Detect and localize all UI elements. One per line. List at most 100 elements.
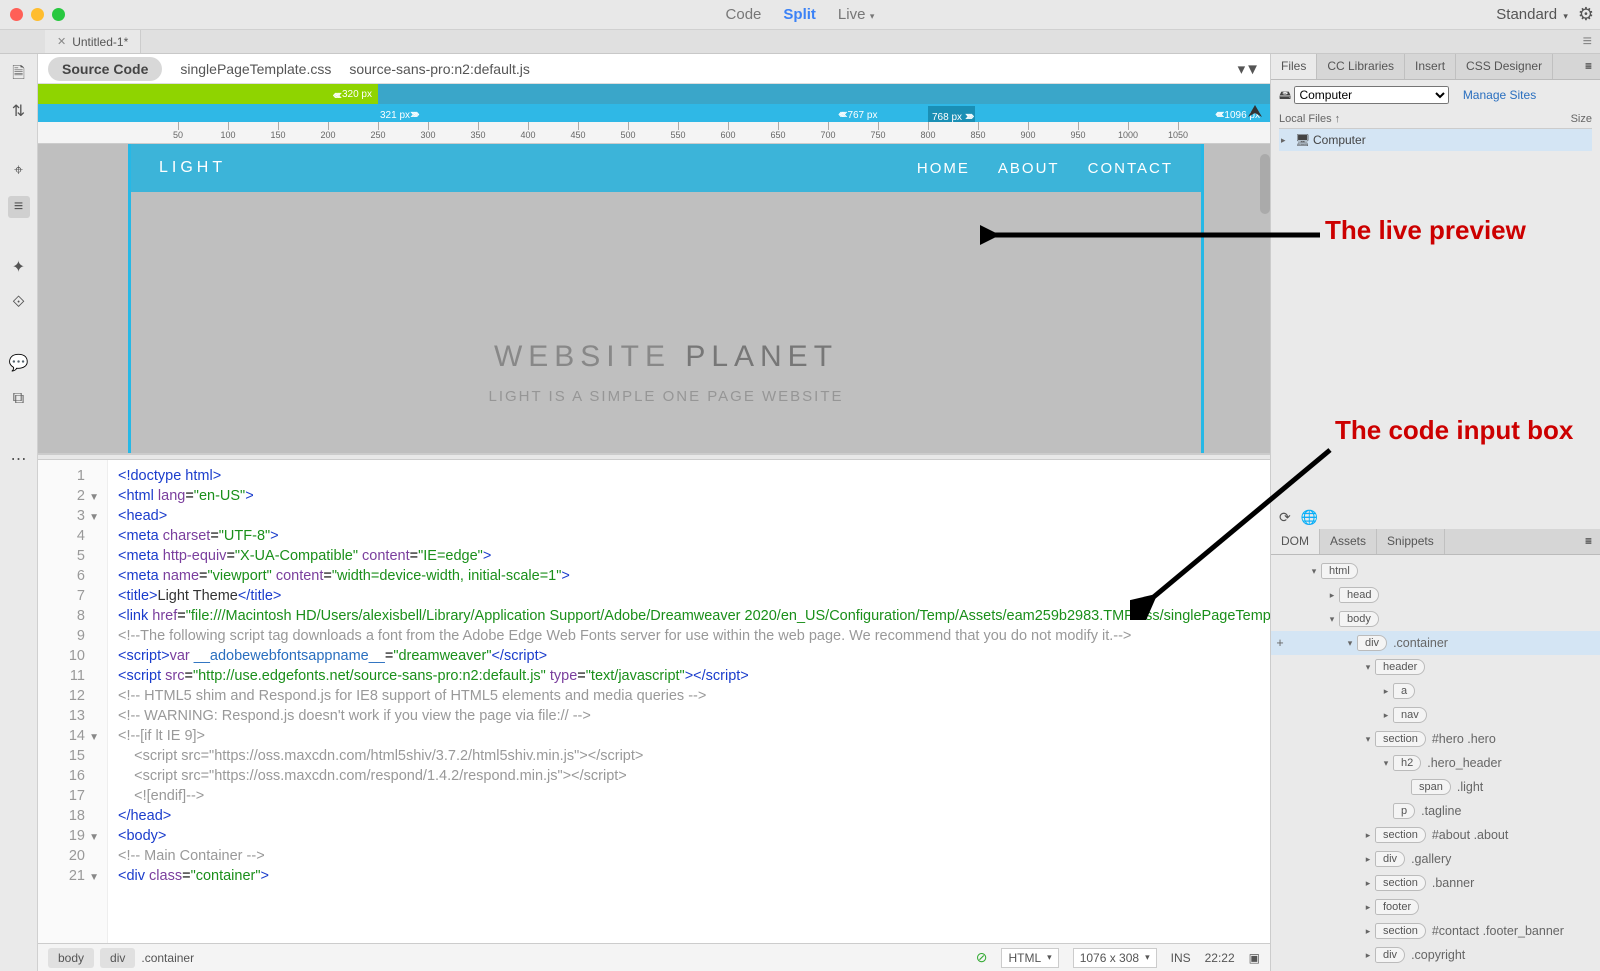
- dom-node[interactable]: span.light: [1271, 775, 1600, 799]
- nav-about[interactable]: ABOUT: [998, 160, 1060, 177]
- bp-label: 321 px›››››: [380, 106, 417, 121]
- view-mode-switcher: Code Split Live ▾: [726, 6, 875, 23]
- check-icon[interactable]: ⊘: [976, 949, 988, 966]
- breadcrumb: .container: [141, 951, 194, 965]
- lang-select[interactable]: HTML▾: [1001, 948, 1058, 968]
- document-tab[interactable]: ✕ Untitled-1*: [45, 30, 141, 53]
- panel-menu-icon[interactable]: ≡: [1575, 30, 1600, 53]
- manage-sites-link[interactable]: Manage Sites: [1463, 88, 1536, 102]
- site-select[interactable]: Computer: [1294, 86, 1449, 104]
- related-file[interactable]: source-sans-pro:n2:default.js: [349, 61, 530, 77]
- col-size[interactable]: Size: [1571, 113, 1592, 125]
- breadcrumb[interactable]: body: [48, 948, 94, 968]
- panel-tabs-top: Files CC Libraries Insert CSS Designer ≡: [1271, 54, 1600, 80]
- dom-node[interactable]: p.tagline: [1271, 799, 1600, 823]
- col-local-files[interactable]: Local Files ↑: [1279, 113, 1571, 125]
- code-body[interactable]: <!doctype html><html lang="en-US"><head>…: [108, 460, 1270, 943]
- dom-node[interactable]: ▾body: [1271, 607, 1600, 631]
- nav-contact[interactable]: CONTACT: [1088, 160, 1173, 177]
- cursor-position: 22:22: [1205, 951, 1235, 965]
- dom-node[interactable]: ▾section#hero .hero: [1271, 727, 1600, 751]
- tab-dom[interactable]: DOM: [1271, 529, 1320, 554]
- related-file[interactable]: singlePageTemplate.css: [180, 61, 331, 77]
- size-select[interactable]: 1076 x 308▾: [1073, 948, 1157, 968]
- chevron-down-icon: ▾: [865, 11, 874, 21]
- chevron-left-icon: ‹‹‹‹‹: [333, 87, 340, 102]
- dom-node[interactable]: ▸footer: [1271, 895, 1600, 919]
- source-code-pill[interactable]: Source Code: [48, 57, 162, 81]
- tab-insert[interactable]: Insert: [1405, 54, 1456, 79]
- view-mode-code[interactable]: Code: [726, 6, 762, 23]
- close-icon[interactable]: ✕: [57, 35, 66, 48]
- globe-icon[interactable]: 🌐: [1301, 509, 1318, 526]
- link-icon[interactable]: ⟐: [8, 292, 30, 314]
- panel-menu-icon[interactable]: ≡: [1577, 529, 1600, 554]
- related-files-bar: Source Code singlePageTemplate.css sourc…: [38, 54, 1270, 84]
- layers-icon[interactable]: ⧉: [8, 388, 30, 410]
- breakpoint-bar-top[interactable]: ‹‹‹‹‹ 320 px: [38, 84, 1270, 104]
- files-panel: 🖴 Computer Manage Sites Local Files ↑ Si…: [1271, 80, 1600, 157]
- gear-icon[interactable]: ⚙: [1578, 4, 1590, 25]
- tab-css-designer[interactable]: CSS Designer: [1456, 54, 1553, 79]
- close-window-icon[interactable]: [10, 8, 23, 21]
- preview-scrollbar[interactable]: [1260, 154, 1270, 214]
- insert-mode: INS: [1171, 951, 1191, 965]
- view-mode-live[interactable]: Live ▾: [838, 6, 875, 23]
- document-tabs: ✕ Untitled-1* ≡: [0, 30, 1600, 54]
- dom-node[interactable]: ▾h2.hero_header: [1271, 751, 1600, 775]
- preview-nav: HOME ABOUT CONTACT: [917, 160, 1173, 177]
- preview-logo[interactable]: LIGHT: [159, 159, 226, 177]
- wand-icon[interactable]: ✦: [8, 256, 30, 278]
- status-bar: body div .container ⊘ HTML▾ 1076 x 308▾ …: [38, 943, 1270, 971]
- dom-node[interactable]: +▾div.container: [1271, 631, 1600, 655]
- list-icon[interactable]: ≡: [8, 196, 30, 218]
- panel-menu-icon[interactable]: ≡: [1577, 54, 1600, 79]
- dom-node[interactable]: ▾header: [1271, 655, 1600, 679]
- dom-node[interactable]: ▸section#contact .footer_banner: [1271, 919, 1600, 943]
- view-mode-split[interactable]: Split: [783, 6, 816, 23]
- ruler: 5010015020025030035040045050055060065070…: [38, 122, 1270, 144]
- tab-snippets[interactable]: Snippets: [1377, 529, 1445, 554]
- settings-icon[interactable]: ⇅: [8, 100, 30, 122]
- dom-node[interactable]: ▾html: [1271, 559, 1600, 583]
- file-icon[interactable]: 🗎: [8, 64, 30, 86]
- breakpoint-green[interactable]: ‹‹‹‹‹ 320 px: [38, 84, 378, 104]
- tab-cc-libraries[interactable]: CC Libraries: [1317, 54, 1405, 79]
- dom-node[interactable]: ▸div.gallery: [1271, 847, 1600, 871]
- refresh-icon[interactable]: ⟳: [1279, 509, 1291, 526]
- document-tab-label: Untitled-1*: [72, 35, 128, 49]
- nav-home[interactable]: HOME: [917, 160, 970, 177]
- dom-panel: ⟳ 🌐 DOM Assets Snippets ≡ ▾html▸head▾bod…: [1271, 505, 1600, 971]
- code-gutter: 1 2 ▼3 ▼4 5 6 7 8 9 10 11 12 13 14 ▼15 1…: [38, 460, 108, 943]
- dom-node[interactable]: ▸a: [1271, 679, 1600, 703]
- dom-node[interactable]: ▸head: [1271, 583, 1600, 607]
- more-icon[interactable]: ⋯: [8, 448, 30, 470]
- dom-node[interactable]: ▸section.banner: [1271, 871, 1600, 895]
- live-preview-pane[interactable]: LIGHT HOME ABOUT CONTACT WEBSITE PLANET …: [38, 144, 1270, 454]
- preview-icon[interactable]: ▣: [1249, 951, 1260, 965]
- tab-files[interactable]: Files: [1271, 54, 1317, 79]
- workspace-switcher[interactable]: Standard ▾: [1496, 6, 1568, 23]
- code-editor[interactable]: 1 2 ▼3 ▼4 5 6 7 8 9 10 11 12 13 14 ▼15 1…: [38, 460, 1270, 943]
- preview-hero: WEBSITE PLANET LIGHT IS A SIMPLE ONE PAG…: [131, 192, 1201, 405]
- chevron-right-icon: ▸: [1281, 135, 1295, 146]
- inspect-icon[interactable]: ⌖: [8, 160, 30, 182]
- maximize-window-icon[interactable]: [52, 8, 65, 21]
- chevron-down-icon: ▾: [1561, 11, 1568, 21]
- titlebar: Code Split Live ▾ Standard ▾ ⚙: [0, 0, 1600, 30]
- filter-icon[interactable]: ▾▼: [1238, 60, 1260, 78]
- files-columns: Local Files ↑ Size: [1279, 113, 1592, 129]
- computer-icon: 🖥: [1295, 133, 1313, 147]
- dom-node[interactable]: ▸section#about .about: [1271, 823, 1600, 847]
- dom-node[interactable]: ▸nav: [1271, 703, 1600, 727]
- breadcrumb[interactable]: div: [100, 948, 135, 968]
- preview-header: LIGHT HOME ABOUT CONTACT: [131, 144, 1201, 192]
- dom-tree[interactable]: ▾html▸head▾body+▾div.container▾header▸a▸…: [1271, 555, 1600, 971]
- comment-icon[interactable]: 💬: [8, 352, 30, 374]
- tab-assets[interactable]: Assets: [1320, 529, 1377, 554]
- files-row[interactable]: ▸ 🖥 Computer: [1279, 129, 1592, 151]
- breakpoint-bar-mid[interactable]: 321 px››››› ‹‹‹‹‹ 767 px 768 px ››››› ‹‹…: [38, 104, 1270, 122]
- minimize-window-icon[interactable]: [31, 8, 44, 21]
- right-panels: Files CC Libraries Insert CSS Designer ≡…: [1270, 54, 1600, 971]
- dom-node[interactable]: ▸div.copyright: [1271, 943, 1600, 967]
